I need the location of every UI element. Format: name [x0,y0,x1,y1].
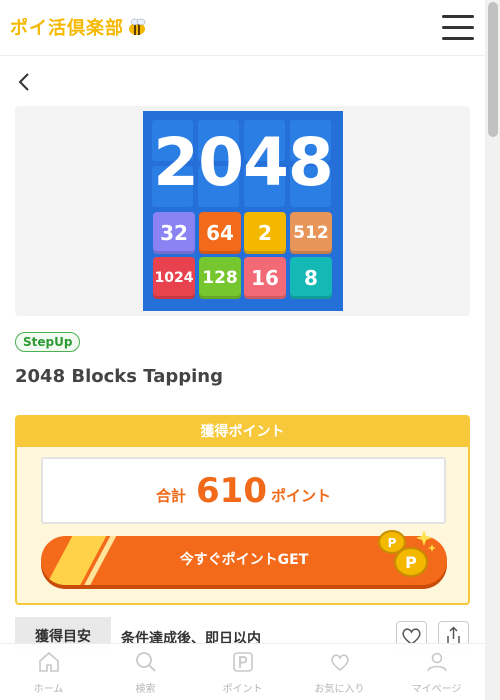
bee-icon [126,18,148,36]
total-value: 610 [196,470,267,511]
game-title: 2048 [153,124,334,201]
total-unit: ポイント [270,487,331,505]
tile-64: 64 [199,212,241,254]
nav-search-label: 検索 [135,684,156,695]
nav-mypage[interactable]: マイページ [388,644,485,700]
tile-2: 2 [244,212,286,254]
nav-favorites[interactable]: お気に入り [291,644,388,700]
points-total-box: 合計 610 ポイント [41,457,446,524]
search-icon [135,652,156,672]
tile-512: 512 [290,212,332,254]
chevron-left-icon[interactable] [14,70,36,94]
bottom-nav: ホーム 検索 ポイント お気に入り マイページ [0,643,485,700]
user-icon [426,652,447,672]
svg-text:P: P [388,536,397,550]
app-title: 2048 Blocks Tapping [15,366,223,387]
tile-128: 128 [199,257,241,299]
nav-points-label: ポイント [222,684,263,695]
home-icon [38,651,59,672]
nav-mypage-label: マイページ [411,684,462,695]
heart-icon [330,654,349,672]
points-header: 獲得ポイント [17,417,468,447]
logo-text: ポイ活倶楽部 [10,18,124,39]
nav-home-label: ホーム [33,684,64,695]
app-image: 2048 32 64 2 512 1024 128 16 8 [143,111,343,311]
hamburger-icon[interactable] [442,15,474,41]
tile-32: 32 [153,212,195,254]
nav-search[interactable]: 検索 [97,644,194,700]
svg-text:P: P [405,553,417,572]
nav-home[interactable]: ホーム [0,644,97,700]
stepup-badge: StepUp [15,332,81,352]
tile-8: 8 [290,257,332,299]
nav-points[interactable]: ポイント [194,644,291,700]
point-icon [232,652,253,672]
total-label: 合計 [155,487,186,505]
logo[interactable]: ポイ活倶楽部 [10,14,148,40]
scrollbar-thumb[interactable] [488,2,498,137]
tile-16: 16 [244,257,286,299]
tile-1024: 1024 [153,257,195,299]
nav-favorites-label: お気に入り [314,684,365,695]
coins-icon: P P [378,530,436,577]
app-header: ポイ活倶楽部 [0,0,485,56]
